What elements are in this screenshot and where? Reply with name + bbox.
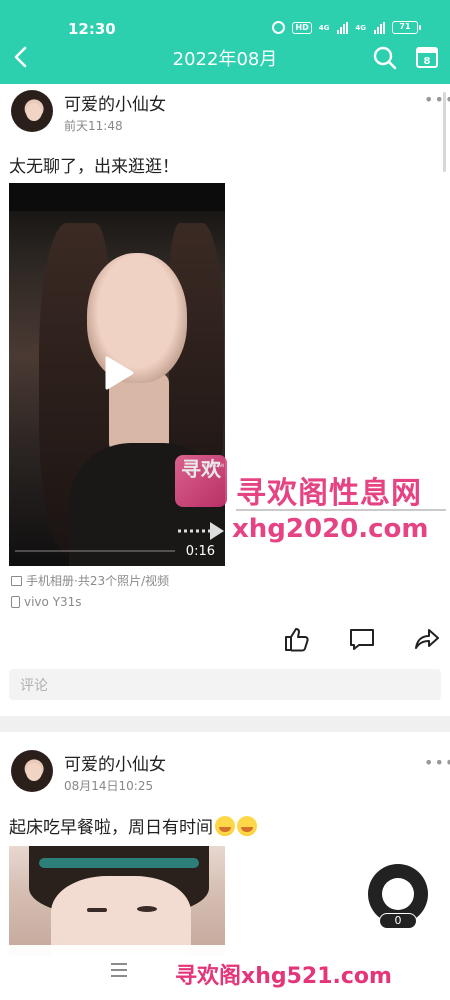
watermark-bottom: 寻欢阁xhg521.com [175, 964, 392, 989]
battery-icon: 71 [392, 21, 421, 34]
post-photo[interactable] [9, 846, 225, 956]
alarm-icon [272, 21, 286, 34]
thumbs-up-icon[interactable] [283, 625, 311, 653]
video-duration: 0:16 [185, 544, 215, 559]
floating-chat-button[interactable]: 0 [368, 864, 428, 929]
device-text: vivo Y31s [24, 595, 82, 609]
watermark-logo-text: 寻欢 [181, 457, 221, 481]
network-label-1: 4G [318, 23, 330, 32]
avatar[interactable] [11, 90, 53, 132]
smiley-icon [382, 878, 414, 910]
hd-badge: HD [292, 21, 312, 34]
signal-icon-1 [337, 21, 349, 34]
network-label-2: 4G [355, 23, 366, 32]
share-icon[interactable] [413, 625, 441, 653]
video-progress[interactable] [15, 550, 175, 552]
status-bar: 12:30 HD 4G 4G 71 [0, 0, 450, 40]
album-info[interactable]: 手机相册·共23个照片/视频 [11, 572, 169, 589]
post-divider [0, 716, 450, 732]
nav-bar: 2022年08月 8 [0, 40, 450, 84]
status-time: 12:30 [68, 20, 116, 38]
watermark-logo: 寻欢 XUN HUAN [175, 455, 227, 507]
menu-icon[interactable] [110, 963, 128, 977]
post-video[interactable]: 0:16 [9, 183, 225, 566]
more-options-icon[interactable]: ••• [424, 755, 450, 771]
watermark-rule [236, 509, 446, 511]
post-text: 太无聊了，出来逛逛！ [9, 157, 179, 177]
comment-input[interactable]: 评论 [9, 669, 441, 700]
post-time: 08月14日10:25 [64, 779, 154, 793]
album-info-text: 手机相册·共23个照片/视频 [26, 574, 170, 588]
watermark-url: xhg2020.com [232, 514, 429, 544]
comment-icon[interactable] [348, 625, 376, 653]
avatar[interactable] [11, 750, 53, 792]
watermark-title: 寻欢阁性息网 [236, 476, 422, 511]
floating-count-badge: 0 [379, 913, 417, 929]
arrow-right-icon [178, 522, 224, 540]
watermark-logo-small: XUN HUAN [202, 463, 224, 468]
phone-icon [11, 596, 20, 608]
calendar-day: 8 [424, 56, 431, 67]
app-header: 12:30 HD 4G 4G 71 2022年08月 8 [0, 0, 450, 84]
more-options-icon[interactable]: ••• [424, 92, 450, 108]
search-icon[interactable] [372, 45, 398, 71]
post-username[interactable]: 可爱的小仙女 [64, 90, 166, 115]
calendar-icon[interactable]: 8 [415, 45, 439, 69]
post-card: 可爱的小仙女 前天11:48 ••• 太无聊了，出来逛逛！ 0:16 手机相册·… [0, 84, 450, 714]
signal-icon-2 [374, 21, 385, 34]
smiling-emoji-icon [237, 816, 257, 836]
device-info: vivo Y31s [11, 595, 82, 609]
post-text-content: 起床吃早餐啦，周日有时间 [9, 818, 213, 838]
post-text: 起床吃早餐啦，周日有时间 [9, 813, 257, 838]
post-username[interactable]: 可爱的小仙女 [64, 750, 166, 775]
play-icon[interactable] [103, 355, 135, 391]
status-icons: HD 4G 4G 71 [272, 21, 421, 34]
comment-placeholder: 评论 [20, 678, 48, 694]
image-icon [11, 575, 22, 586]
post-time: 前天11:48 [64, 119, 123, 133]
video-subject [87, 253, 187, 383]
smiling-emoji-icon [215, 816, 235, 836]
video-letterbox [9, 183, 225, 211]
